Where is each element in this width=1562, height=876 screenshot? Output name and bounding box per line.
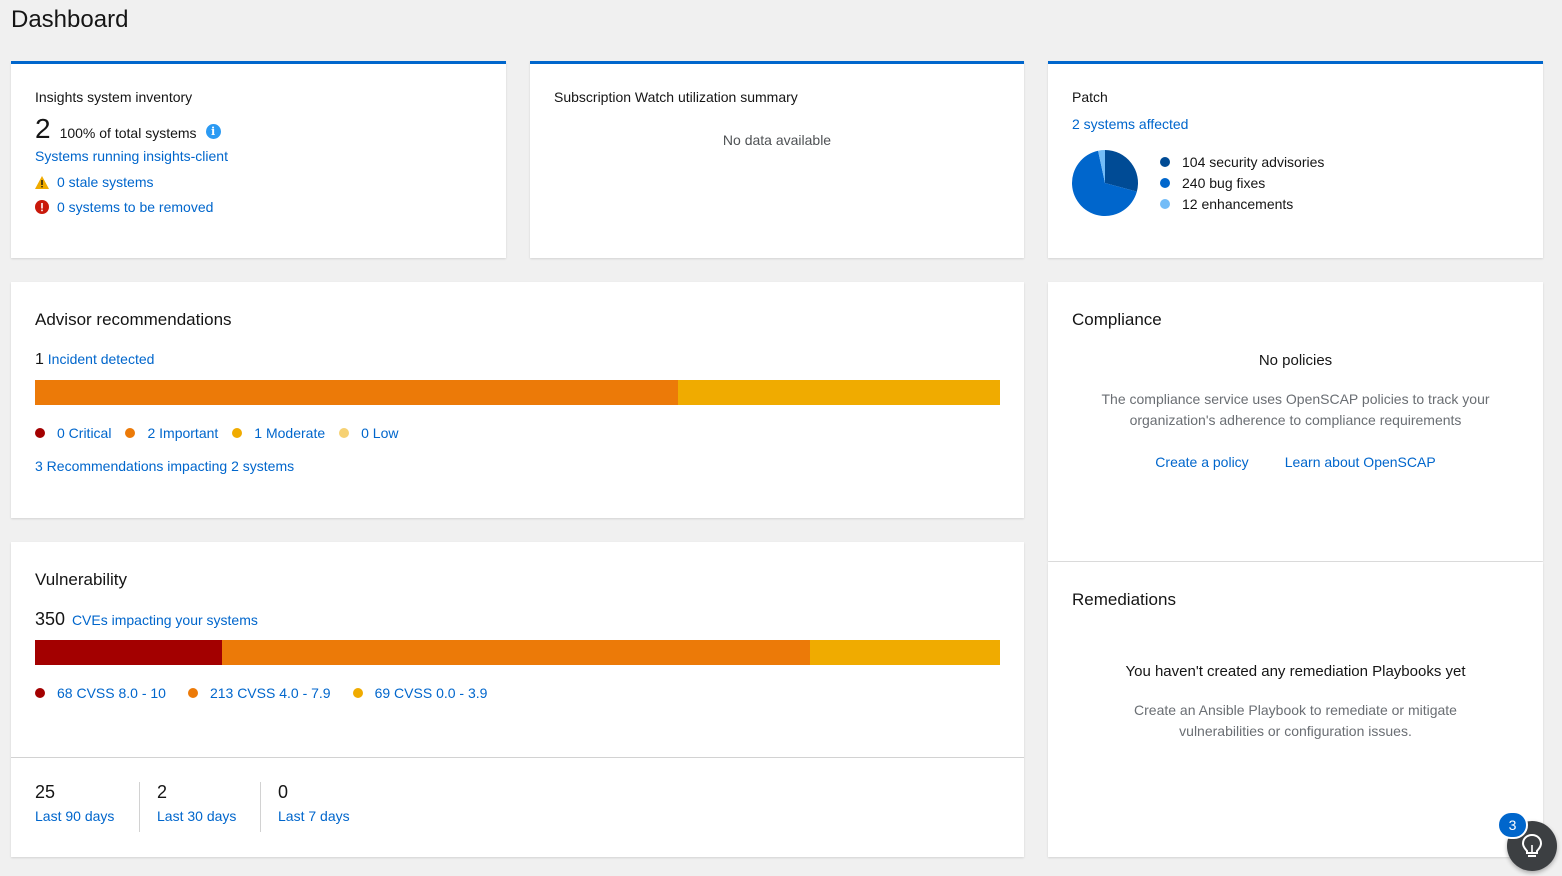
patch-legend-item-2: 12 enhancements <box>1160 193 1324 214</box>
vulnerability-legend-link[interactable]: 68 CVSS 8.0 - 10 <box>57 685 166 701</box>
vulnerability-stat-1: 2 Last 30 days <box>139 782 260 832</box>
inventory-label: Insights system inventory <box>35 89 193 105</box>
vulnerability-legend-item-1[interactable]: 213 CVSS 4.0 - 7.9 <box>187 685 331 701</box>
legend-label: 104 security advisories <box>1182 153 1325 170</box>
vulnerability-divider <box>11 757 1024 758</box>
inventory-card: Insights system inventory 2 100% of tota… <box>11 61 506 258</box>
legend-dot <box>1160 177 1170 188</box>
advisor-legend-link[interactable]: 1 Moderate <box>254 425 325 441</box>
remediations-card: Remediations You haven't created any rem… <box>1048 562 1543 857</box>
legend-dot <box>339 428 350 438</box>
vulnerability-legend-item-2[interactable]: 69 CVSS 0.0 - 3.9 <box>352 685 488 701</box>
warning-icon <box>35 175 49 189</box>
advisor-legend-link[interactable]: 2 Important <box>147 425 218 441</box>
stat-value: 25 <box>35 782 56 802</box>
stat-value: 0 <box>278 782 289 802</box>
patch-legend: 104 security advisories 240 bug fixes 12 e… <box>1160 151 1324 214</box>
advisor-card: Advisor recommendations 1 Incident detec… <box>11 282 1024 518</box>
advisor-bar <box>35 380 1000 405</box>
stale-systems-link[interactable]: 0 stale systems <box>57 174 153 190</box>
cve-count: 350 <box>35 609 66 629</box>
patch-legend-item-1: 240 bug fixes <box>1160 172 1324 193</box>
subscription-empty: No data available <box>722 132 832 148</box>
vulnerability-stats: 25 Last 90 days 2 Last 30 days 0 Last 7 days <box>35 782 381 832</box>
compliance-card: Compliance No policies The compliance se… <box>1048 282 1543 561</box>
legend-label: 240 bug fixes <box>1182 174 1266 191</box>
incident-link[interactable]: Incident detected <box>48 351 155 367</box>
advisor-legend-link[interactable]: 0 Low <box>361 425 398 441</box>
subscription-card: Subscription Watch utilization summary N… <box>530 61 1024 258</box>
advisor-title: Advisor recommendations <box>35 310 232 329</box>
learn-openscap-link[interactable]: Learn about OpenSCAP <box>1285 454 1436 470</box>
advisor-legend-item-3[interactable]: 0 Low <box>339 425 398 441</box>
systems-removed-link[interactable]: 0 systems to be removed <box>57 199 213 215</box>
vulnerability-legend-link[interactable]: 69 CVSS 0.0 - 3.9 <box>375 685 488 701</box>
vulnerability-title: Vulnerability <box>35 570 127 589</box>
help-badge: 3 <box>1497 811 1528 839</box>
systems-running-link[interactable]: Systems running insights-client <box>35 148 228 164</box>
vulnerability-bar-segment-moderate[interactable] <box>809 640 1000 665</box>
patch-card: Patch 2 systems affected 104 security ad… <box>1048 61 1543 258</box>
advisor-legend: 0 Critical 2 Important 1 Moderate 0 Low <box>35 425 412 441</box>
advisor-bar-segment-important[interactable] <box>35 380 679 405</box>
incident-count: 1 <box>35 351 44 368</box>
legend-dot <box>125 428 136 438</box>
vulnerability-legend-link[interactable]: 213 CVSS 4.0 - 7.9 <box>210 685 331 701</box>
remediations-empty-body-2: vulnerabilities or configuration issues. <box>1179 723 1412 739</box>
advisor-legend-link[interactable]: 0 Critical <box>57 425 111 441</box>
patch-pie-chart <box>1072 150 1138 216</box>
legend-dot <box>187 688 198 698</box>
patch-legend-item-0: 104 security advisories <box>1160 151 1324 172</box>
stat-label-link[interactable]: Last 7 days <box>278 808 381 824</box>
remediations-title: Remediations <box>1072 590 1176 609</box>
vulnerability-legend-item-0[interactable]: 68 CVSS 8.0 - 10 <box>35 685 166 701</box>
legend-label: 12 enhancements <box>1182 195 1294 212</box>
subscription-label: Subscription Watch utilization summary <box>554 89 798 105</box>
vulnerability-legend: 68 CVSS 8.0 - 10 213 CVSS 4.0 - 7.9 69 CVS… <box>35 685 509 701</box>
compliance-empty-body-2: organization's adherence to compliance r… <box>1129 412 1462 428</box>
legend-dot <box>1160 156 1170 167</box>
vulnerability-stat-0: 25 Last 90 days <box>35 782 139 832</box>
inventory-percent: 100% of total systems <box>59 125 197 141</box>
stat-label-link[interactable]: Last 30 days <box>157 808 260 824</box>
legend-dot <box>232 428 243 438</box>
advisor-legend-item-2[interactable]: 1 Moderate <box>232 425 325 441</box>
legend-dot <box>35 688 45 698</box>
advisor-legend-item-0[interactable]: 0 Critical <box>35 425 111 441</box>
vulnerability-bar-segment-important[interactable] <box>222 640 810 665</box>
compliance-empty-body-1: The compliance service uses OpenSCAP pol… <box>1101 391 1490 407</box>
advisor-legend-item-1[interactable]: 2 Important <box>125 425 218 441</box>
legend-dot <box>1160 198 1170 209</box>
lightbulb-icon <box>1521 833 1543 857</box>
compliance-title: Compliance <box>1072 310 1162 329</box>
cve-link[interactable]: CVEs impacting your systems <box>72 612 258 628</box>
systems-affected-link[interactable]: 2 systems affected <box>1072 116 1188 132</box>
vulnerability-bar-segment-critical[interactable] <box>35 640 223 665</box>
compliance-empty-title: No policies <box>1258 352 1333 369</box>
vulnerability-card: Vulnerability 350 CVEs impacting your sy… <box>11 542 1024 857</box>
legend-dot <box>35 428 45 438</box>
stat-value: 2 <box>157 782 168 802</box>
vulnerability-stat-2: 0 Last 7 days <box>260 782 381 832</box>
stat-label-link[interactable]: Last 90 days <box>35 808 139 824</box>
remediations-empty-body-1: Create an Ansible Playbook to remediate … <box>1134 702 1457 718</box>
create-policy-link[interactable]: Create a policy <box>1155 454 1248 470</box>
vulnerability-bar <box>35 640 1000 665</box>
page-title: Dashboard <box>11 6 129 33</box>
inventory-count: 2 <box>35 113 51 144</box>
info-icon[interactable]: i <box>205 123 221 139</box>
error-icon <box>35 200 49 214</box>
advisor-bar-segment-moderate[interactable] <box>678 380 1000 405</box>
recommendations-link[interactable]: 3 Recommendations impacting 2 systems <box>35 458 294 474</box>
remediations-empty-title: You haven't created any remediation Play… <box>1125 663 1466 680</box>
patch-label: Patch <box>1072 89 1108 105</box>
legend-dot <box>352 688 363 698</box>
